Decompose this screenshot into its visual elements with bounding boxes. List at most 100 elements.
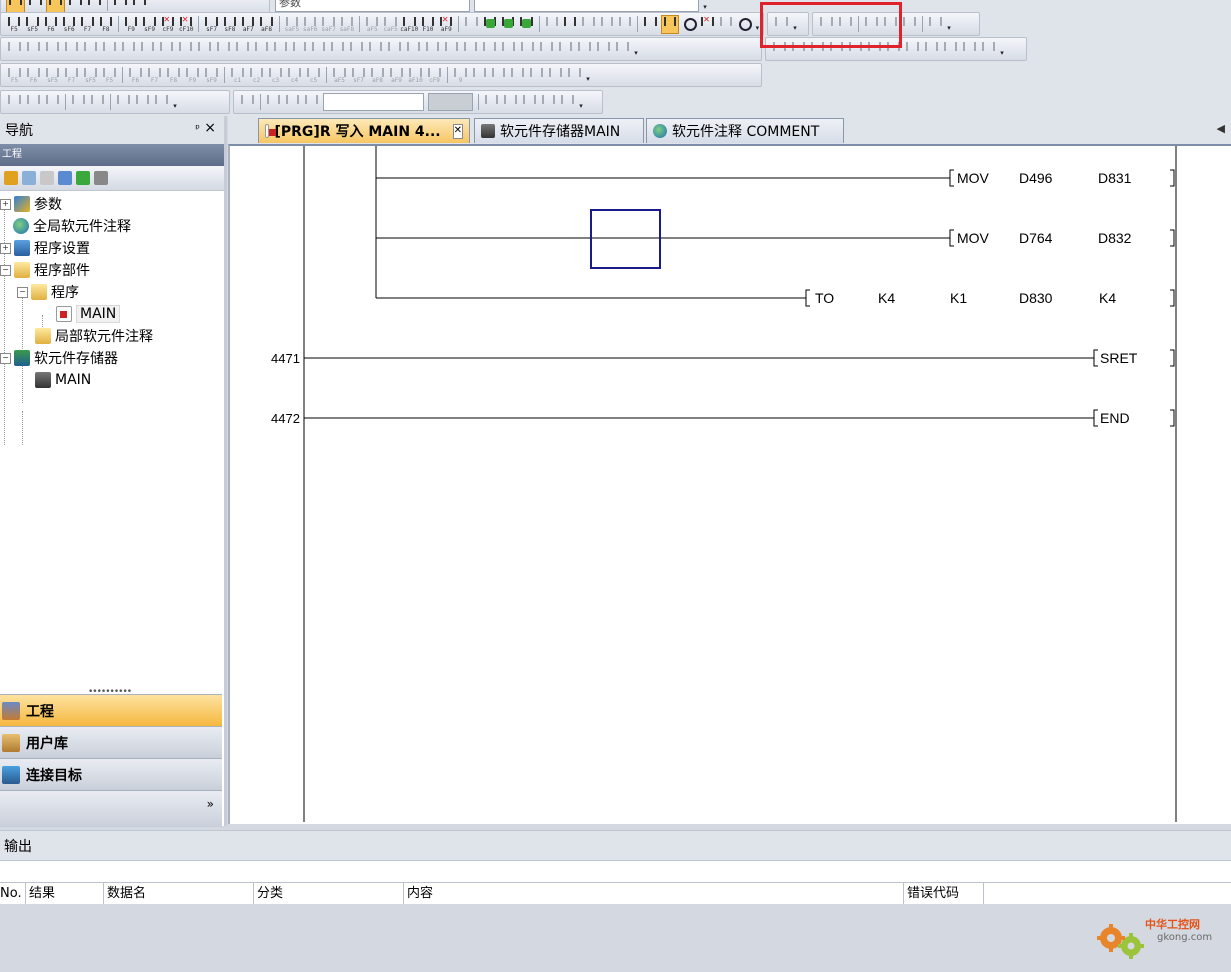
key-icon-21[interactable]: F10: [420, 16, 436, 33]
tab-device-memory[interactable]: 软元件存储器MAIN: [474, 118, 644, 143]
instruction-op[interactable]: MOV: [957, 170, 990, 186]
invert-icon[interactable]: [424, 41, 441, 58]
read-mode-icon[interactable]: [642, 16, 658, 33]
toolbar-dropdown-icon[interactable]: ▾: [632, 41, 640, 57]
monitor-start-icon[interactable]: [562, 16, 578, 33]
key-icon-4[interactable]: F7: [79, 16, 95, 33]
col-result[interactable]: 结果: [26, 883, 104, 904]
sort-icon[interactable]: [94, 171, 108, 185]
fkey-icon-7[interactable]: F7: [146, 67, 163, 84]
instruction-arg[interactable]: K4: [1099, 290, 1116, 306]
col-data-name[interactable]: 数据名: [104, 883, 254, 904]
fkey-icon-5[interactable]: F5: [101, 67, 118, 84]
project-tool-icon-4[interactable]: [70, 94, 87, 111]
ladder-editor[interactable]: MOV D496 D831 MOV D764 D832 TO K4 K1 D83…: [228, 144, 1231, 824]
delete-line-icon[interactable]: [120, 41, 137, 58]
tab-device-comment[interactable]: 软元件注释 COMMENT: [646, 118, 844, 143]
key-icon-22[interactable]: aF9: [438, 15, 454, 33]
instruction-arg[interactable]: D764: [1019, 230, 1053, 246]
key-icon-3[interactable]: sF6: [61, 16, 77, 33]
sfc-icon-9[interactable]: [559, 94, 576, 111]
chevron-double-icon[interactable]: »: [207, 797, 214, 811]
sfc-icon-3[interactable]: [284, 94, 301, 111]
compare-icon[interactable]: [348, 41, 365, 58]
fkey-icon-19[interactable]: aF9: [388, 67, 405, 84]
pin-icon[interactable]: ᵖ: [195, 122, 200, 135]
close-tab-icon[interactable]: ✕: [452, 123, 463, 139]
toolbar-dropdown-icon[interactable]: ▾: [584, 67, 592, 83]
project-tool-icon-3[interactable]: [44, 94, 61, 111]
key-icon-18[interactable]: aF5: [364, 16, 380, 33]
fkey-icon-11[interactable]: c1: [229, 67, 246, 84]
select-arrow-icon[interactable]: [6, 41, 23, 58]
fkey-icon-2[interactable]: sF5: [44, 67, 61, 84]
io-b-icon[interactable]: [576, 41, 593, 58]
key-icon-9[interactable]: cF10: [178, 15, 194, 33]
tree-item-parameter[interactable]: + 参数: [0, 193, 62, 215]
compare-eq-icon[interactable]: [367, 41, 384, 58]
tree-item-local-comment[interactable]: 局部软元件注释: [35, 325, 153, 347]
trace-icon[interactable]: [904, 41, 921, 58]
collapse-icon[interactable]: −: [0, 352, 11, 364]
key-icon-0[interactable]: F5: [6, 16, 22, 33]
write-mode-icon[interactable]: [660, 14, 680, 34]
col-error-code[interactable]: 错误代码: [904, 883, 984, 904]
panel-button-user-library[interactable]: 用户库: [0, 726, 222, 758]
tab-scroll-left-icon[interactable]: ◀: [1217, 122, 1225, 135]
tab-main-program[interactable]: [PRG]R 写入 MAIN 4... ✕: [258, 118, 470, 143]
key-icon-2[interactable]: F6: [43, 16, 59, 33]
key-icon-14[interactable]: saF5: [284, 16, 300, 33]
parameter-combo[interactable]: 参数: [275, 0, 470, 12]
instruction-op[interactable]: TO: [815, 290, 834, 306]
io-icon[interactable]: [557, 41, 574, 58]
zoom-icon[interactable]: [736, 16, 753, 33]
close-icon[interactable]: ×: [204, 120, 216, 136]
key-icon-12[interactable]: aF7: [240, 16, 256, 33]
sfc-icon-4[interactable]: [303, 94, 320, 111]
comment-icon[interactable]: [177, 41, 194, 58]
sfc-combo[interactable]: [323, 93, 424, 111]
invert-b-icon[interactable]: [443, 41, 460, 58]
key-icon-11[interactable]: sF8: [222, 16, 238, 33]
fkey-icon-17[interactable]: sF7: [350, 67, 367, 84]
sfc-icon-5[interactable]: [483, 94, 500, 111]
vertical-line-icon[interactable]: [82, 41, 99, 58]
parallel-icon[interactable]: [196, 41, 213, 58]
sfc-icon-1[interactable]: [239, 94, 256, 111]
label-icon[interactable]: [329, 41, 346, 58]
undo-icon[interactable]: [112, 0, 129, 12]
sfc-icon-8[interactable]: [540, 94, 557, 111]
key-icon-1[interactable]: sF5: [24, 16, 40, 33]
edit-cursor[interactable]: [590, 209, 661, 269]
convert-icon[interactable]: [482, 16, 498, 33]
pen-icon[interactable]: [25, 41, 42, 58]
instruction-arg[interactable]: K4: [878, 290, 895, 306]
rising-edge-icon[interactable]: [215, 41, 232, 58]
fkey-icon-1[interactable]: F6: [25, 67, 42, 84]
fkey-icon-4[interactable]: sF5: [82, 67, 99, 84]
fkey-icon-3[interactable]: F7: [63, 67, 80, 84]
fkey-icon-9[interactable]: F9: [184, 67, 201, 84]
fkey-icon-21[interactable]: cF9: [426, 67, 443, 84]
sfc-icon-2[interactable]: [265, 94, 282, 111]
key-icon-13[interactable]: aF8: [258, 16, 274, 33]
toolbar-dropdown-icon[interactable]: ▾: [945, 16, 953, 32]
new-data-icon[interactable]: [4, 171, 18, 185]
key-icon-15[interactable]: saF6: [302, 16, 318, 33]
pulse-icon[interactable]: [386, 41, 403, 58]
cross-ref-icon[interactable]: [923, 41, 940, 58]
open-icon[interactable]: [27, 0, 44, 12]
print-icon[interactable]: [67, 0, 84, 12]
new-project-icon[interactable]: [6, 0, 25, 13]
panel-button-connection[interactable]: 连接目标: [0, 758, 222, 790]
line-icon[interactable]: [291, 41, 308, 58]
window-close-icon[interactable]: [901, 16, 918, 33]
toolbar-dropdown-icon[interactable]: ▾: [998, 41, 1006, 57]
arrow-both-icon[interactable]: [481, 41, 498, 58]
panel-overflow[interactable]: »: [0, 790, 222, 827]
sfc-combo-2[interactable]: [428, 93, 473, 111]
device-batch-icon[interactable]: [580, 16, 596, 33]
arrow-right-icon[interactable]: [462, 41, 479, 58]
zoom-out-icon[interactable]: [614, 41, 631, 58]
fkey-icon-0[interactable]: F5: [6, 67, 23, 84]
